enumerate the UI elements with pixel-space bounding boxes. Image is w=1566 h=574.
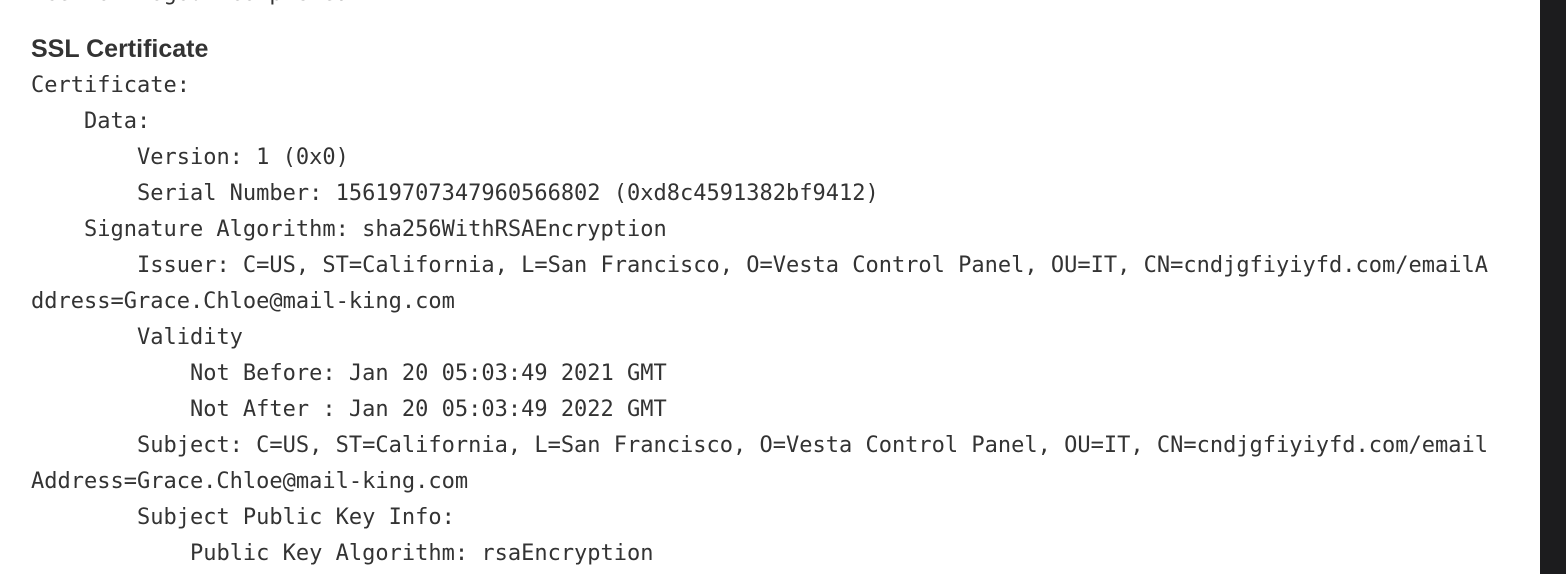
ssl-certificate-heading: SSL Certificate bbox=[31, 35, 209, 63]
page-viewport: Ace: OK Logout completed. SSL Certificat… bbox=[0, 0, 1566, 574]
report-content: Ace: OK Logout completed. SSL Certificat… bbox=[31, 0, 1521, 572]
ssl-certificate-text: Certificate: Data: Version: 1 (0x0) Seri… bbox=[31, 73, 1488, 566]
window-edge-scrollbar[interactable] bbox=[1540, 0, 1566, 574]
previous-output-line: Ace: OK Logout completed. bbox=[31, 0, 1521, 12]
